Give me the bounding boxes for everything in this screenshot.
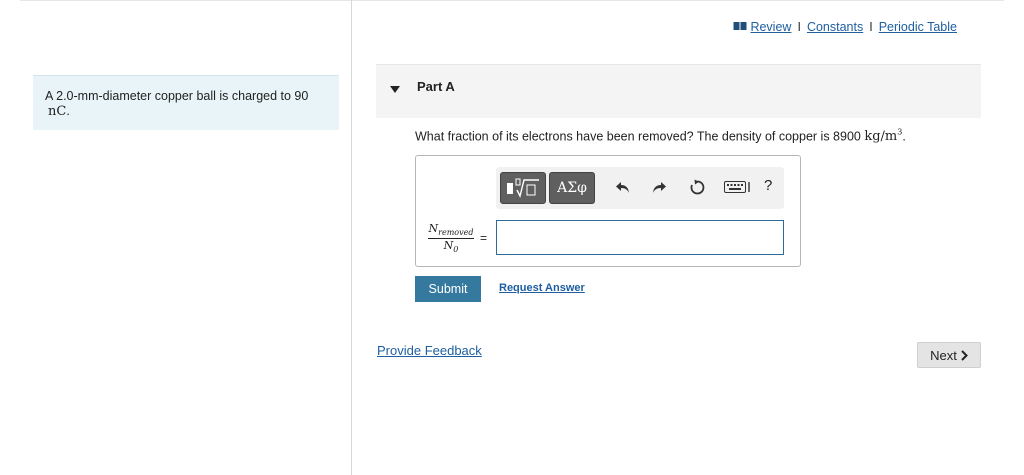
templates-icon bbox=[507, 178, 539, 199]
caret-down-icon[interactable] bbox=[390, 82, 400, 97]
link-separator: I bbox=[869, 20, 873, 34]
templates-button[interactable] bbox=[500, 172, 546, 204]
denominator-subscript: 0 bbox=[453, 245, 459, 255]
denominator-symbol: N bbox=[443, 239, 454, 253]
help-button[interactable]: ? bbox=[764, 177, 772, 194]
constants-link[interactable]: Constants bbox=[807, 20, 863, 34]
undo-icon[interactable] bbox=[615, 179, 631, 198]
problem-trailing: . bbox=[66, 104, 70, 118]
link-separator: I bbox=[797, 20, 801, 34]
answer-input[interactable] bbox=[496, 220, 784, 255]
density-unit: kg/m3 bbox=[864, 128, 902, 145]
chevron-right-icon bbox=[961, 349, 968, 361]
redo-icon[interactable] bbox=[651, 179, 667, 198]
numerator-subscript: removed bbox=[438, 228, 474, 238]
review-link[interactable]: Review bbox=[750, 20, 791, 34]
greek-symbols-button[interactable]: ΑΣφ bbox=[549, 172, 595, 204]
equals-sign: = bbox=[480, 231, 488, 245]
problem-text: A 2.0-mm-diameter copper ball is charged… bbox=[45, 89, 309, 103]
problem-unit: nC bbox=[48, 104, 67, 119]
question-trailing: . bbox=[902, 129, 906, 144]
book-icon bbox=[733, 20, 747, 34]
fraction-label: Nremoved N0 bbox=[428, 222, 474, 254]
top-divider bbox=[20, 0, 1004, 1]
periodic-table-link[interactable]: Periodic Table bbox=[879, 20, 957, 34]
problem-statement: A 2.0-mm-diameter copper ball is charged… bbox=[33, 75, 339, 130]
question-text: What fraction of its electrons have been… bbox=[415, 128, 906, 144]
resource-links: Review I Constants I Periodic Table bbox=[733, 20, 957, 34]
keyboard-icon[interactable] bbox=[724, 180, 752, 197]
answer-panel: ΑΣφ ? Nremoved N0 = bbox=[415, 155, 801, 267]
provide-feedback-link[interactable]: Provide Feedback bbox=[377, 343, 482, 358]
density-unit-base: kg/m bbox=[864, 129, 898, 145]
part-a-header[interactable]: Part A bbox=[376, 64, 981, 118]
math-toolbar: ΑΣφ ? bbox=[496, 167, 784, 209]
fraction-denominator: N0 bbox=[428, 239, 474, 254]
numerator-symbol: N bbox=[428, 222, 439, 235]
request-answer-link[interactable]: Request Answer bbox=[499, 282, 585, 294]
fraction-numerator: Nremoved bbox=[428, 222, 474, 240]
part-title: Part A bbox=[417, 79, 455, 94]
submit-button[interactable]: Submit bbox=[415, 276, 481, 302]
next-label: Next bbox=[930, 347, 957, 363]
question-body: What fraction of its electrons have been… bbox=[415, 129, 861, 144]
reset-icon[interactable] bbox=[689, 179, 706, 199]
column-divider bbox=[351, 0, 352, 475]
next-button[interactable]: Next bbox=[917, 342, 981, 368]
